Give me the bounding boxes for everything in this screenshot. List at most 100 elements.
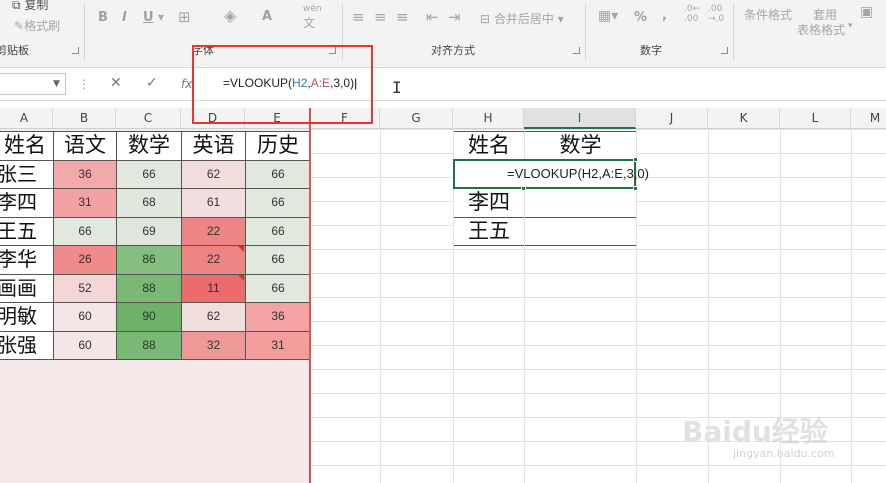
score-cell[interactable]: 60: [53, 330, 117, 360]
score-cell[interactable]: 31: [245, 330, 311, 360]
column-header-j[interactable]: J: [636, 108, 708, 129]
score-cell[interactable]: 61: [181, 188, 246, 218]
increase-indent-icon[interactable]: ⇥: [448, 8, 461, 26]
column-header-a[interactable]: A: [0, 108, 53, 129]
underline-dropdown-icon[interactable]: ▾: [158, 10, 164, 24]
insert-function-icon[interactable]: fx: [181, 77, 192, 91]
merge-icon: ⊟: [480, 12, 491, 26]
table-header-cell[interactable]: 语文: [53, 131, 117, 161]
cell-styles-icon[interactable]: ▣: [860, 4, 873, 20]
copy-button[interactable]: ⧉ 复制: [12, 0, 48, 13]
active-cell-formula: =VLOOKUP(H2,A:E,3,0): [507, 165, 649, 181]
score-cell[interactable]: 88: [116, 273, 182, 303]
fill-color-icon[interactable]: ◈: [224, 6, 236, 25]
merge-center-button[interactable]: ⊟ 合并后居中 ▾: [480, 10, 564, 27]
score-cell[interactable]: 22: [181, 245, 246, 275]
italic-button[interactable]: I: [122, 10, 127, 25]
score-cell[interactable]: 88: [116, 330, 182, 360]
lookup-header-math[interactable]: 数学: [524, 131, 637, 161]
ribbon: ⧉ 复制 ✎格式刷 剪贴板 B I U ▾ ⊞ ◈ A wén 文 字体 ≡ ≡ …: [0, 0, 886, 68]
score-cell[interactable]: 66: [245, 159, 311, 189]
student-name-cell[interactable]: 明敏: [0, 302, 54, 332]
decrease-indent-icon[interactable]: ⇤: [426, 8, 439, 26]
column-header-l[interactable]: L: [780, 108, 851, 129]
student-name-cell[interactable]: 张强: [0, 330, 54, 360]
table-format-dropdown-icon[interactable]: ▾: [848, 21, 853, 31]
lookup-name-cell[interactable]: 李四: [453, 188, 525, 218]
score-cell[interactable]: 36: [245, 302, 311, 332]
percent-button[interactable]: %: [634, 10, 647, 25]
formula-bar-grip-icon: ⋮: [78, 77, 90, 91]
separator: [84, 4, 85, 60]
increase-decimal-icon[interactable]: .0← .00: [684, 4, 700, 24]
enter-icon[interactable]: ✓: [146, 75, 158, 91]
cancel-icon[interactable]: ✕: [110, 75, 122, 91]
phonetic-button[interactable]: wén 文: [303, 4, 322, 31]
score-cell[interactable]: 66: [245, 245, 311, 275]
currency-icon[interactable]: ▦▾: [598, 8, 618, 24]
score-cell[interactable]: 31: [53, 188, 117, 218]
lookup-header-name[interactable]: 姓名: [453, 131, 525, 161]
align-center-icon[interactable]: ≡: [374, 8, 387, 26]
name-box[interactable]: ▼: [0, 73, 66, 95]
align-right-icon[interactable]: ≡: [396, 8, 409, 26]
name-box-dropdown-icon[interactable]: ▼: [53, 79, 60, 89]
score-cell[interactable]: 36: [53, 159, 117, 189]
score-cell[interactable]: 66: [245, 273, 311, 303]
score-cell[interactable]: 26: [53, 245, 117, 275]
score-cell[interactable]: 90: [116, 302, 182, 332]
student-name-cell[interactable]: 张三: [0, 159, 54, 189]
column-header-g[interactable]: G: [380, 108, 453, 129]
score-cell[interactable]: 62: [181, 302, 246, 332]
score-cell[interactable]: 66: [245, 216, 311, 246]
border-icon[interactable]: ⊞: [178, 8, 191, 26]
student-name-cell[interactable]: 画画: [0, 273, 54, 303]
fill-handle[interactable]: [521, 186, 526, 191]
lookup-result-cell[interactable]: [524, 188, 637, 218]
student-name-cell[interactable]: 王五: [0, 216, 54, 246]
score-cell[interactable]: 86: [116, 245, 182, 275]
score-cell[interactable]: 60: [53, 302, 117, 332]
font-color-button[interactable]: A: [262, 9, 272, 24]
column-header-b[interactable]: B: [53, 108, 116, 129]
score-cell[interactable]: 11: [181, 273, 246, 303]
format-painter-button[interactable]: ✎格式刷: [14, 17, 60, 34]
formula-bar: ▼ ⋮ ✕ ✓ fx =VLOOKUP(H2,A:E,3,0)|: [0, 68, 886, 101]
alignment-group-label: 对齐方式: [431, 44, 475, 57]
lookup-result-cell[interactable]: [524, 216, 637, 246]
score-cell[interactable]: 22: [181, 216, 246, 246]
table-header-cell[interactable]: 姓名: [0, 131, 54, 161]
clipboard-launcher[interactable]: [72, 47, 79, 54]
score-cell[interactable]: 66: [245, 188, 311, 218]
fill-handle[interactable]: [633, 186, 638, 191]
student-name-cell[interactable]: 李华: [0, 245, 54, 275]
brush-icon: ✎: [14, 19, 25, 33]
comma-button[interactable]: ,: [662, 8, 667, 23]
column-header-m[interactable]: M: [851, 108, 886, 129]
comment-indicator: [238, 274, 244, 281]
alignment-launcher[interactable]: [573, 47, 580, 54]
score-cell[interactable]: 52: [53, 273, 117, 303]
align-left-icon[interactable]: ≡: [352, 8, 365, 26]
column-header-i[interactable]: I: [524, 108, 636, 129]
student-name-cell[interactable]: 李四: [0, 188, 54, 218]
number-launcher[interactable]: [721, 47, 728, 54]
table-header-cell[interactable]: 数学: [116, 131, 182, 161]
score-cell[interactable]: 69: [116, 216, 182, 246]
score-cell[interactable]: 66: [116, 159, 182, 189]
column-header-h[interactable]: H: [453, 108, 524, 129]
lookup-name-cell[interactable]: 王五: [453, 216, 525, 246]
column-header-c[interactable]: C: [116, 108, 181, 129]
conditional-format-button[interactable]: 条件格式: [744, 6, 792, 23]
score-cell[interactable]: 32: [181, 330, 246, 360]
score-cell[interactable]: 68: [116, 188, 182, 218]
fill-handle[interactable]: [633, 156, 638, 162]
column-header-k[interactable]: K: [708, 108, 780, 129]
table-header-cell[interactable]: 英语: [181, 131, 246, 161]
score-cell[interactable]: 62: [181, 159, 246, 189]
table-header-cell[interactable]: 历史: [245, 131, 311, 161]
bold-button[interactable]: B: [98, 10, 108, 25]
underline-button[interactable]: U: [143, 10, 154, 25]
decrease-decimal-icon[interactable]: .00 →.0: [708, 4, 724, 24]
score-cell[interactable]: 66: [53, 216, 117, 246]
